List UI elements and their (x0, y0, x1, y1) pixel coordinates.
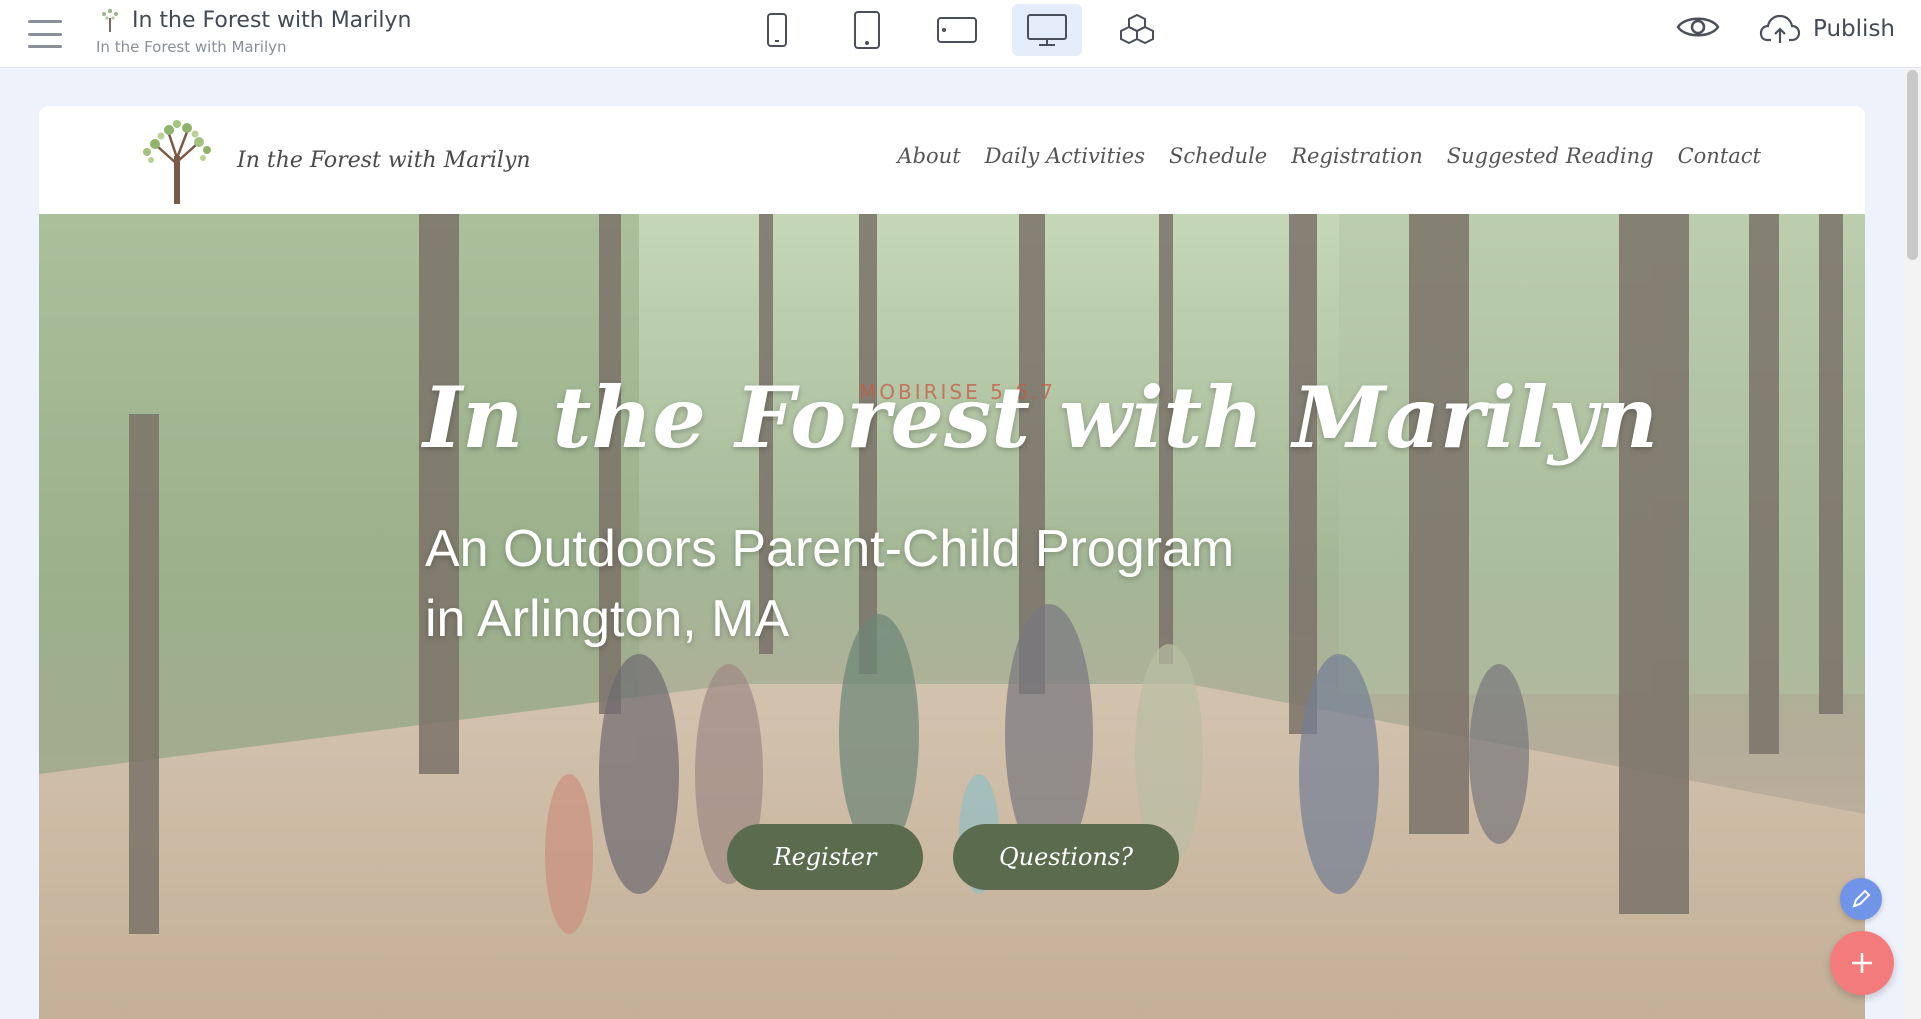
publish-button[interactable]: Publish (1759, 13, 1895, 45)
tablet-portrait-icon (854, 11, 880, 49)
tablet-landscape-icon (937, 17, 977, 43)
site-brand[interactable]: In the Forest with Marilyn (129, 114, 531, 206)
tree-logo-icon (143, 120, 211, 204)
eye-icon (1676, 17, 1720, 37)
hero-buttons: Register Questions? (727, 824, 1179, 890)
mobile-icon (767, 13, 787, 47)
menu-item-suggested-reading[interactable]: Suggested Reading (1447, 144, 1654, 168)
editor-topbar: In the Forest with Marilyn In the Forest… (0, 0, 1921, 68)
publish-label: Publish (1813, 16, 1895, 42)
menu-item-registration[interactable]: Registration (1291, 144, 1423, 168)
site-navbar: In the Forest with Marilyn About Daily A… (39, 106, 1865, 214)
menu-item-contact[interactable]: Contact (1678, 144, 1761, 168)
site-brand-name: In the Forest with Marilyn (237, 147, 531, 173)
hero-subtitle: An Outdoors Parent-Child Program in Arli… (425, 514, 1325, 654)
questions-button[interactable]: Questions? (953, 824, 1179, 890)
tree-logo-icon (102, 8, 118, 32)
pencil-icon (1852, 889, 1871, 908)
add-block-button[interactable] (1830, 931, 1894, 995)
menu-item-about[interactable]: About (897, 144, 960, 168)
project-info: In the Forest with Marilyn In the Forest… (96, 6, 412, 57)
tablet-landscape-view-button[interactable] (922, 4, 992, 56)
project-subtitle: In the Forest with Marilyn (96, 38, 287, 56)
hero-section: MOBIRISE 5.6.7 In the Forest with Marily… (39, 214, 1865, 1019)
cloud-upload-icon (1759, 14, 1801, 43)
mobile-view-button[interactable] (742, 4, 812, 56)
site-menu: About Daily Activities Schedule Registra… (897, 144, 1761, 168)
vertical-scrollbar[interactable] (1904, 68, 1921, 1019)
right-tools: Publish (1675, 12, 1895, 46)
menu-icon[interactable] (28, 20, 62, 48)
scrollbar-thumb[interactable] (1907, 70, 1918, 260)
plus-icon (1852, 953, 1872, 973)
device-switcher (742, 4, 1172, 56)
edit-style-button[interactable] (1840, 878, 1882, 920)
desktop-view-button[interactable] (1012, 4, 1082, 56)
register-button[interactable]: Register (727, 824, 923, 890)
cubes-icon (1120, 13, 1154, 45)
preview-button[interactable] (1675, 12, 1721, 46)
hero-subtitle-line-1: An Outdoors Parent-Child Program (425, 520, 1235, 578)
menu-item-schedule[interactable]: Schedule (1169, 144, 1267, 168)
blocks-button[interactable] (1102, 4, 1172, 56)
page-canvas: In the Forest with Marilyn About Daily A… (39, 106, 1865, 1019)
menu-item-daily-activities[interactable]: Daily Activities (985, 144, 1145, 168)
hero-title: In the Forest with Marilyn (423, 368, 1658, 467)
tablet-portrait-view-button[interactable] (832, 4, 902, 56)
project-title: In the Forest with Marilyn (132, 7, 412, 33)
hero-subtitle-line-2: in Arlington, MA (425, 590, 790, 648)
desktop-icon (1027, 14, 1067, 46)
